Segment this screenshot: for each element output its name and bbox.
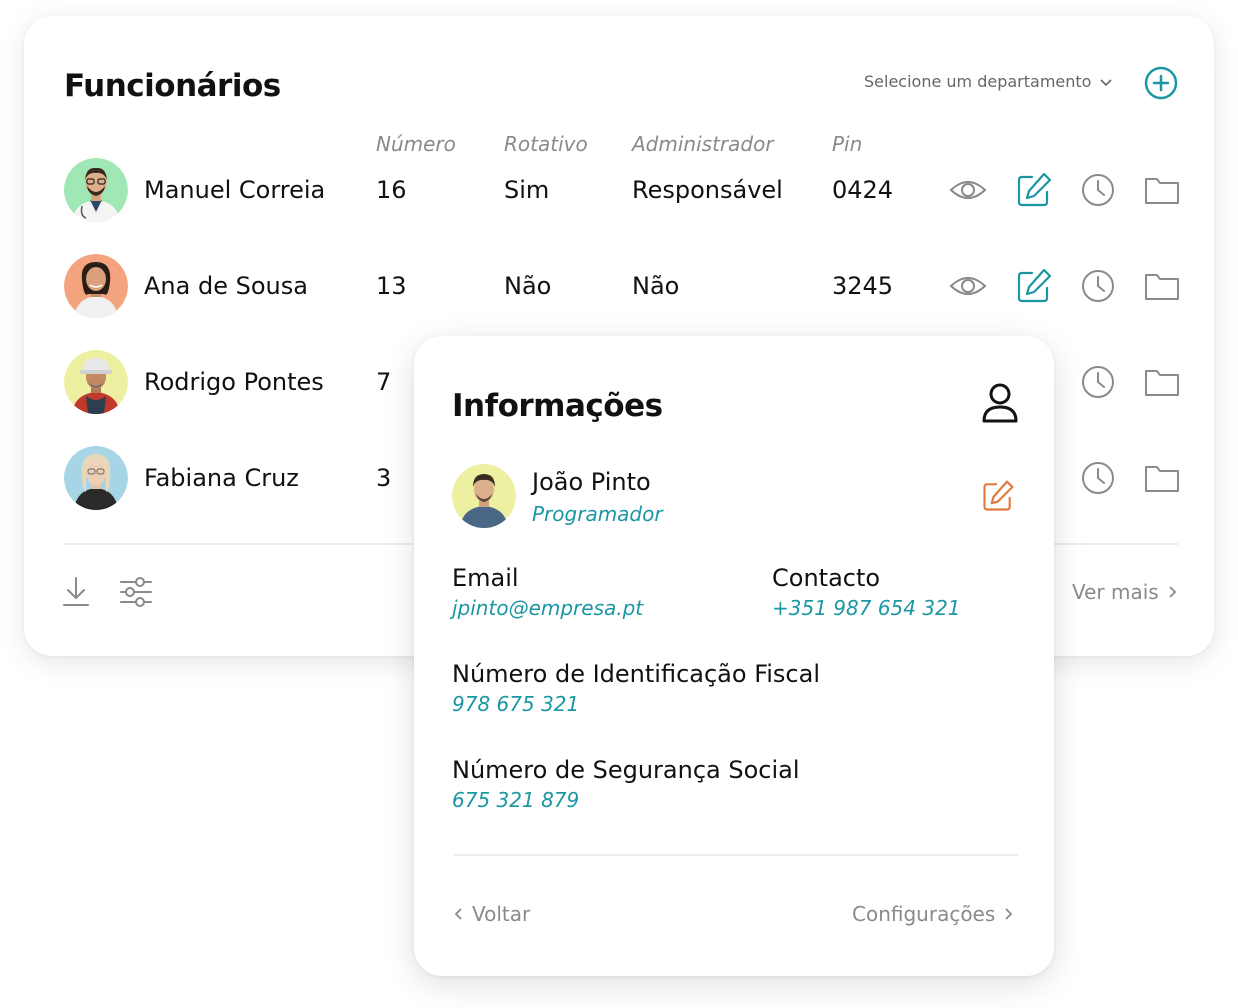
divider [454,854,1018,856]
see-more-label: Ver mais [1072,580,1159,604]
employee-pin: 0424 [832,176,894,204]
column-header-admin: Administrador [632,132,774,156]
avatar [64,254,128,318]
employee-number: 3 [376,464,392,492]
avatar [64,446,128,510]
avatar [64,350,128,414]
clock-icon [1082,462,1114,494]
filter-icon [120,577,152,607]
see-more-link[interactable]: Ver mais [1072,580,1177,604]
documents-button[interactable] [1142,266,1182,306]
edit-icon [1017,268,1052,303]
user-name: João Pinto [532,468,651,496]
chevron-left-icon [454,907,464,921]
column-header-number: Número [376,132,456,156]
page-title: Funcionários [64,68,281,104]
employee-rotativo: Sim [504,176,550,204]
folder-icon [1145,370,1179,396]
clock-icon [1082,366,1114,398]
table-row[interactable]: Manuel Correia 16 Sim Responsável 0424 [64,158,1184,228]
employee-info-panel: Informações João Pinto Programador Email… [414,336,1054,976]
add-employee-button[interactable] [1144,66,1178,100]
history-button[interactable] [1078,170,1118,210]
department-select[interactable]: Selecione um departamento [864,72,1113,91]
nif-label: Número de Identificação Fiscal [452,660,820,688]
clock-icon [1082,174,1114,206]
settings-button[interactable]: Configurações [852,902,1013,926]
documents-button[interactable] [1142,458,1182,498]
history-button[interactable] [1078,458,1118,498]
employee-admin: Responsável [632,176,783,204]
user-icon [982,383,1018,423]
download-icon [63,577,89,606]
filter-button[interactable] [118,574,154,610]
edit-button[interactable] [1014,170,1054,210]
documents-button[interactable] [1142,170,1182,210]
employee-name: Fabiana Cruz [144,464,299,492]
chevron-right-icon [1167,585,1177,599]
folder-icon [1145,466,1179,492]
chevron-right-icon [1003,907,1013,921]
chevron-down-icon [1099,75,1113,89]
table-row[interactable]: Ana de Sousa 13 Não Não 3245 [64,254,1184,324]
contact-value[interactable]: +351 987 654 321 [772,596,961,620]
department-select-label: Selecione um departamento [864,72,1092,91]
documents-button[interactable] [1142,362,1182,402]
folder-icon [1145,274,1179,300]
employee-pin: 3245 [832,272,894,300]
history-button[interactable] [1078,266,1118,306]
edit-button[interactable] [1014,266,1054,306]
edit-icon [983,480,1014,511]
avatar [64,158,128,222]
view-button[interactable] [948,170,988,210]
email-label: Email [452,564,519,592]
clock-icon [1082,270,1114,302]
employee-rotativo: Não [504,272,552,300]
employee-name: Ana de Sousa [144,272,308,300]
profile-button[interactable] [980,382,1020,424]
column-header-rotativo: Rotativo [504,132,588,156]
back-label: Voltar [472,902,531,926]
contact-label: Contacto [772,564,881,592]
nss-value: 675 321 879 [452,788,580,812]
edit-icon [1017,172,1052,207]
nss-label: Número de Segurança Social [452,756,800,784]
panel-title: Informações [452,388,663,424]
add-icon [1144,66,1178,100]
employee-number: 7 [376,368,392,396]
employee-name: Rodrigo Pontes [144,368,324,396]
eye-icon [949,181,987,199]
folder-icon [1145,178,1179,204]
nif-value: 978 675 321 [452,692,580,716]
view-button[interactable] [948,266,988,306]
email-value[interactable]: jpinto@empresa.pt [452,596,643,620]
user-role: Programador [532,502,663,526]
employee-admin: Não [632,272,680,300]
avatar [452,464,516,528]
download-button[interactable] [58,574,94,610]
eye-icon [949,277,987,295]
employee-number: 16 [376,176,407,204]
history-button[interactable] [1078,362,1118,402]
column-header-pin: Pin [832,132,863,156]
edit-profile-button[interactable] [980,478,1016,514]
employee-number: 13 [376,272,407,300]
back-button[interactable]: Voltar [454,902,530,926]
settings-label: Configurações [852,902,996,926]
employee-name: Manuel Correia [144,176,326,204]
